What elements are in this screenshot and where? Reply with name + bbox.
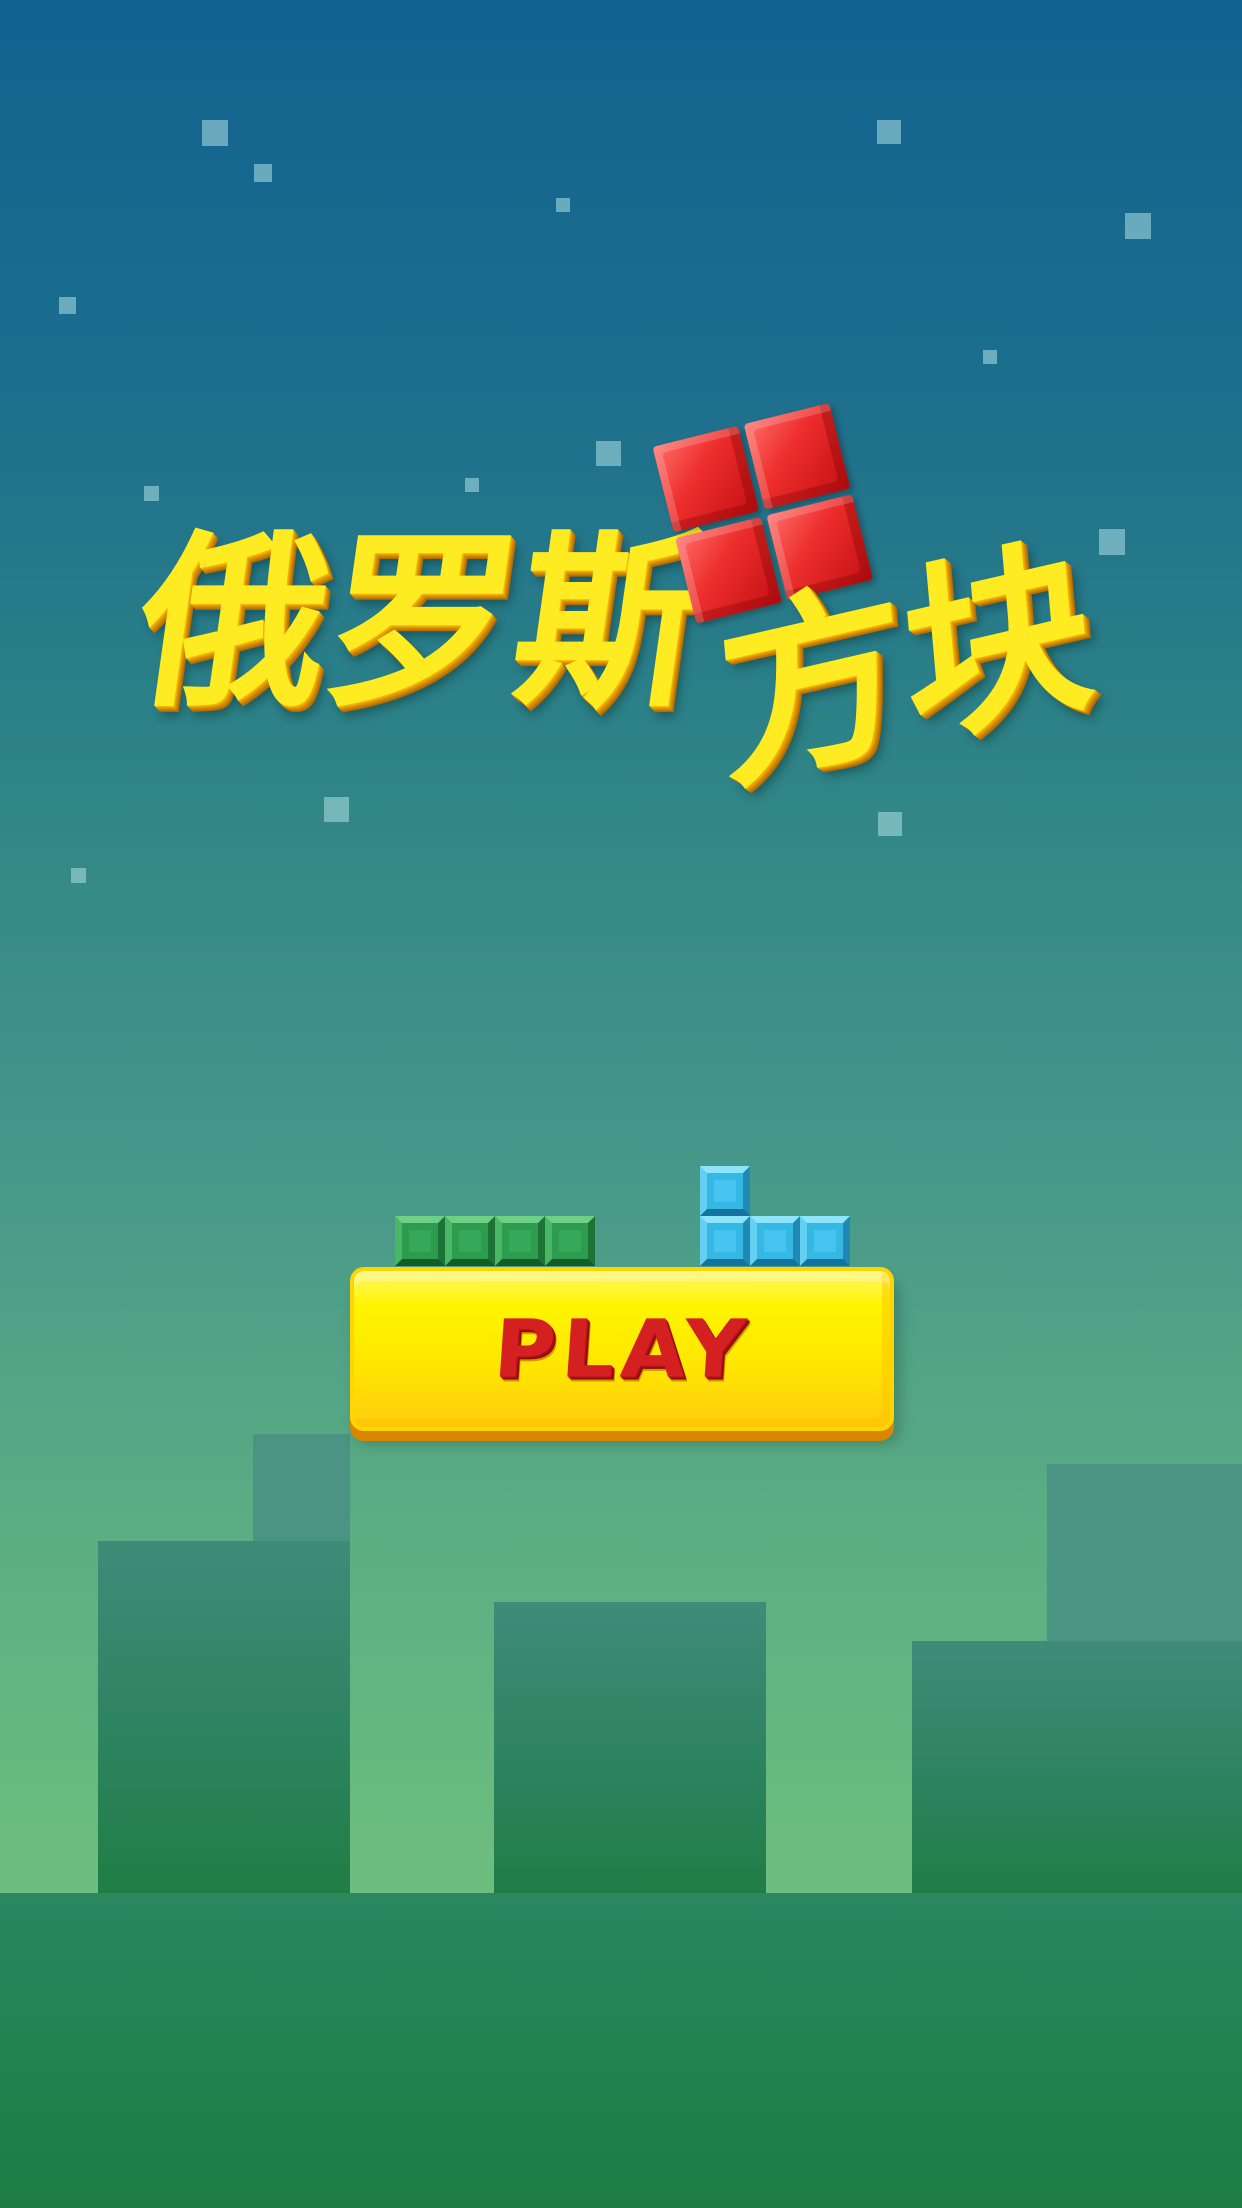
- blue-block: [750, 1216, 800, 1266]
- game-screen: 俄罗斯 方块 PLAY: [0, 0, 1242, 2208]
- blue-block: [700, 1166, 750, 1216]
- play-button[interactable]: PLAY: [350, 1267, 894, 1431]
- title-main: 俄罗斯: [124, 514, 720, 733]
- skyline-block: [98, 1541, 350, 1893]
- ground: [0, 1893, 1242, 2208]
- blue-block: [800, 1216, 850, 1266]
- play-button-label: PLAY: [490, 1302, 754, 1396]
- blue-block: [700, 1216, 750, 1266]
- skyline-block: [494, 1602, 766, 1893]
- green-block: [445, 1216, 495, 1266]
- game-title: 俄罗斯 方块: [0, 0, 1242, 900]
- green-piece-icon: [395, 1216, 595, 1266]
- green-block: [495, 1216, 545, 1266]
- skyline-block: [912, 1641, 1242, 1893]
- red-piece-cell: [743, 402, 851, 510]
- green-block: [395, 1216, 445, 1266]
- green-block: [545, 1216, 595, 1266]
